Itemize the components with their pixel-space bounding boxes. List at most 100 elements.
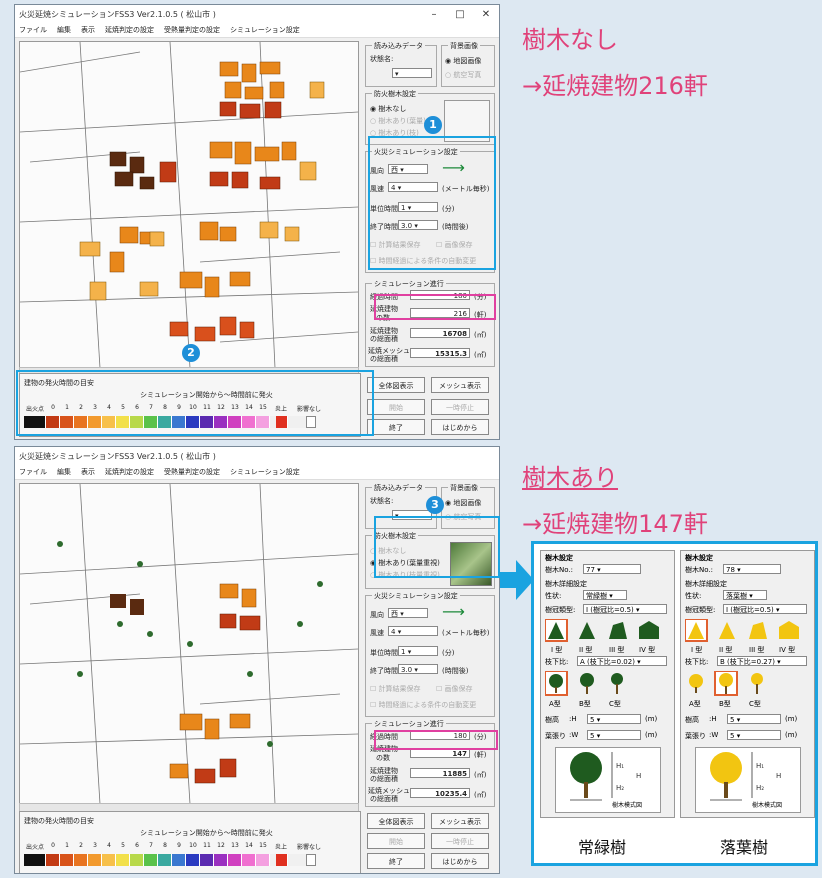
menu-file[interactable]: ファイル bbox=[19, 25, 47, 35]
menu-sim-settings[interactable]: シミュレーション設定 bbox=[230, 467, 300, 477]
tree-crown-label: 樹冠類型: bbox=[545, 606, 576, 614]
legend-swatch bbox=[74, 854, 88, 866]
tree-no-select[interactable]: 77 ▾ bbox=[583, 564, 641, 574]
bg-map-label: 地図画像 bbox=[453, 57, 482, 65]
progress-label: シミュレーション進行 bbox=[372, 279, 446, 289]
wind-dir-value: 西 bbox=[391, 610, 398, 618]
legend-swatch bbox=[116, 854, 130, 866]
start-button[interactable]: 開始 bbox=[367, 399, 425, 415]
menu-view[interactable]: 表示 bbox=[81, 467, 95, 477]
tree-height-select[interactable]: 5 ▾ bbox=[587, 714, 641, 724]
tree-diagram-icon: H₁ H₂ H bbox=[710, 752, 781, 801]
tree-width-select[interactable]: 5 ▾ bbox=[727, 730, 781, 740]
legend-swatch bbox=[186, 854, 200, 866]
background-group: 背景画像 ◉ 地図画像 ○ 航空写真 bbox=[441, 41, 495, 87]
legend-num: 13 bbox=[231, 842, 239, 849]
legend-num: 8 bbox=[163, 842, 167, 849]
crown-type-icons bbox=[545, 619, 659, 642]
legend-num: 4 bbox=[107, 842, 111, 849]
restart-button[interactable]: はじめから bbox=[431, 419, 489, 435]
menu-edit[interactable]: 編集 bbox=[57, 25, 71, 35]
tree-ratio-select[interactable]: A (枝下比=0.02) ▾ bbox=[577, 656, 667, 666]
tree-height-select[interactable]: 5 ▾ bbox=[727, 714, 781, 724]
area-unit: (㎡) bbox=[474, 331, 487, 339]
legend-swatch-origin bbox=[24, 854, 46, 866]
full-view-button[interactable]: 全体図表示 bbox=[367, 813, 425, 829]
tree-ratio-value: A (枝下比=0.02) bbox=[580, 658, 635, 666]
menu-spread-settings[interactable]: 延焼判定の設定 bbox=[105, 25, 154, 35]
menu-edit[interactable]: 編集 bbox=[57, 467, 71, 477]
full-view-button[interactable]: 全体図表示 bbox=[367, 377, 425, 393]
end-button[interactable]: 終了 bbox=[367, 853, 425, 869]
tree-type-select[interactable]: 常緑樹 ▾ bbox=[583, 590, 627, 600]
end-time-select[interactable]: 3.0 ▾ bbox=[398, 664, 438, 674]
menu-sim-settings[interactable]: シミュレーション設定 bbox=[230, 25, 300, 35]
bg-map-radio[interactable]: ◉ 地図画像 bbox=[445, 498, 481, 508]
menu-heat-settings[interactable]: 受熱量判定の設定 bbox=[164, 467, 220, 477]
map-canvas[interactable] bbox=[19, 41, 359, 369]
legend-start: 出火点 bbox=[25, 844, 44, 851]
minimize-button[interactable]: – bbox=[421, 9, 447, 20]
fire-tree-label: 防火樹木設定 bbox=[372, 89, 418, 99]
wind-dir-select[interactable]: 西 ▾ bbox=[388, 608, 428, 618]
menu-view[interactable]: 表示 bbox=[81, 25, 95, 35]
mesh-value: 15315.3 bbox=[410, 348, 470, 358]
tree-crown-select[interactable]: I (樹冠比=0.5) ▾ bbox=[583, 604, 667, 614]
menu-heat-settings[interactable]: 受熱量判定の設定 bbox=[164, 25, 220, 35]
ignition-time-legend: 建物の発火時間の目安 シミュレーション開始から～時間前に発火 出火点 0 1 2… bbox=[19, 811, 361, 873]
tree-width-unit: (m) bbox=[785, 731, 798, 739]
pause-button[interactable]: 一時停止 bbox=[431, 399, 489, 415]
tree-crown-select[interactable]: I (樹冠比=0.5) ▾ bbox=[723, 604, 807, 614]
pause-button[interactable]: 一時停止 bbox=[431, 833, 489, 849]
legend-num: 3 bbox=[93, 842, 97, 849]
tree-type-select[interactable]: 落葉樹 ▾ bbox=[723, 590, 767, 600]
tree-no-select[interactable]: 78 ▾ bbox=[723, 564, 781, 574]
tree-width-select[interactable]: 5 ▾ bbox=[587, 730, 641, 740]
mesh-view-button[interactable]: メッシュ表示 bbox=[431, 813, 489, 829]
tree-height-value: 5 bbox=[590, 716, 595, 724]
menu-file[interactable]: ファイル bbox=[19, 467, 47, 477]
svg-text:H₂: H₂ bbox=[616, 784, 624, 792]
tree-crown-value: I (樹冠比=0.5) bbox=[586, 606, 634, 614]
wind-unit: (メートル毎秒) bbox=[442, 629, 490, 637]
map-canvas[interactable] bbox=[19, 483, 359, 805]
bg-photo-radio[interactable]: ○ 航空写真 bbox=[445, 70, 481, 80]
tree-leaf-radio[interactable]: ○ 樹木あり(葉量) bbox=[370, 116, 426, 126]
unit-time-select[interactable]: 1 ▾ bbox=[398, 646, 438, 656]
legend-swatch bbox=[242, 854, 256, 866]
load-data-label: 読み込みデータ bbox=[372, 483, 425, 493]
tree-none-radio[interactable]: ◉ 樹木なし bbox=[370, 104, 406, 114]
badge-3: 3 bbox=[426, 496, 444, 514]
auto-change-checkbox[interactable]: ☐ 時間経過による条件の自動変更 bbox=[370, 700, 476, 710]
end-button[interactable]: 終了 bbox=[367, 419, 425, 435]
mesh-label-2: の総面積 bbox=[370, 795, 398, 803]
tree-no-value: 78 bbox=[726, 566, 735, 574]
wind-speed-select[interactable]: 4 ▾ bbox=[388, 626, 438, 636]
mesh-view-button[interactable]: メッシュ表示 bbox=[431, 377, 489, 393]
restart-button[interactable]: はじめから bbox=[431, 853, 489, 869]
start-button[interactable]: 開始 bbox=[367, 833, 425, 849]
save-image-checkbox[interactable]: ☐ 画像保存 bbox=[436, 684, 473, 694]
legend-swatch bbox=[214, 854, 228, 866]
area-value: 16708 bbox=[410, 328, 470, 338]
background-label: 背景画像 bbox=[448, 483, 480, 493]
crown-type-icons bbox=[685, 619, 799, 642]
annotation-with-tree: 樹木あり bbox=[522, 464, 618, 492]
close-button[interactable]: ✕ bbox=[473, 9, 499, 20]
pointer-arrow-icon bbox=[500, 560, 534, 600]
annotation-no-tree: 樹木なし bbox=[522, 26, 618, 54]
menu-spread-settings[interactable]: 延焼判定の設定 bbox=[105, 467, 154, 477]
wind-speed-label: 風速 bbox=[370, 629, 384, 637]
legend-swatch bbox=[200, 854, 214, 866]
crown-type-2: II 型 bbox=[719, 646, 733, 654]
maximize-button[interactable]: □ bbox=[447, 9, 473, 20]
bg-map-radio[interactable]: ◉ 地図画像 bbox=[445, 56, 481, 66]
crown-type-3: III 型 bbox=[749, 646, 765, 654]
save-result-checkbox[interactable]: ☐ 計算結果保存 bbox=[370, 684, 421, 694]
legend-swatch bbox=[46, 854, 60, 866]
legend-swatch-burning bbox=[276, 854, 288, 866]
tree-no-label: 樹木No.: bbox=[545, 566, 573, 574]
tree-ratio-select[interactable]: B (枝下比=0.27) ▾ bbox=[717, 656, 807, 666]
save-result-label: 計算結果保存 bbox=[378, 685, 421, 693]
scenario-select[interactable]: ▾ bbox=[392, 68, 432, 78]
